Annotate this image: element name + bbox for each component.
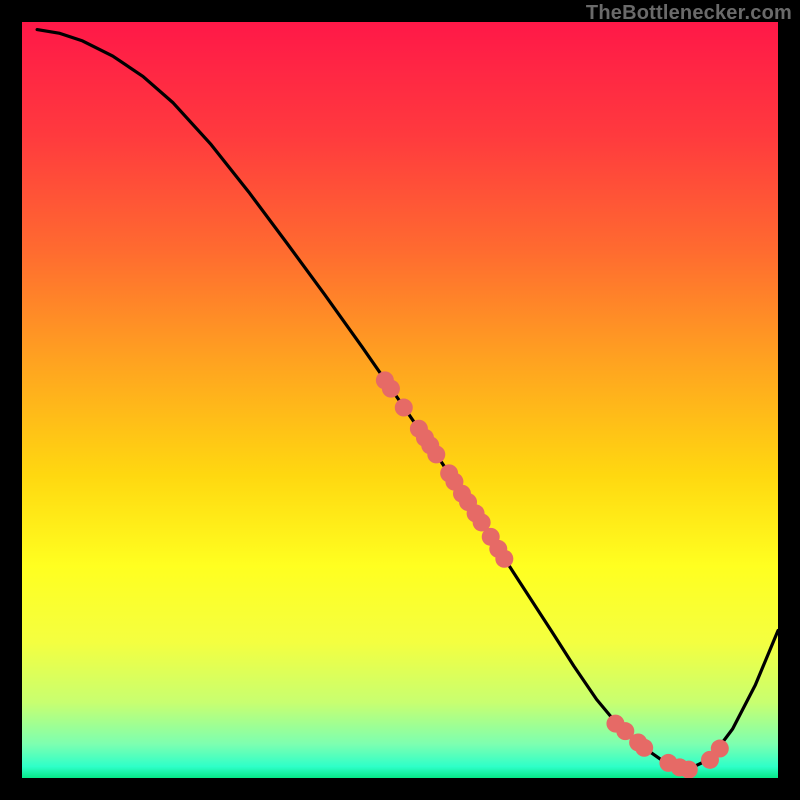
data-point — [711, 740, 729, 758]
data-point — [395, 399, 413, 417]
plot-area — [22, 22, 778, 778]
data-point — [680, 761, 698, 778]
data-point — [635, 739, 653, 757]
chart-frame: TheBottlenecker.com — [0, 0, 800, 800]
data-point — [382, 380, 400, 398]
data-point — [495, 550, 513, 568]
data-point — [427, 445, 445, 463]
attribution-text: TheBottlenecker.com — [586, 2, 792, 25]
chart-svg — [22, 22, 778, 778]
